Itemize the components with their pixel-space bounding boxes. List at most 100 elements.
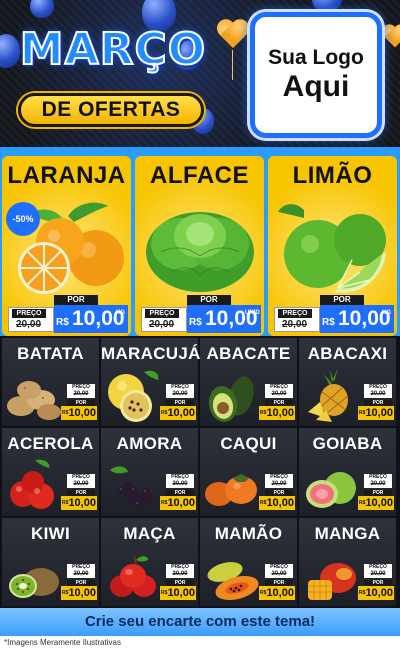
apple-icon <box>110 555 156 597</box>
product-name: ACEROLA <box>7 434 94 453</box>
logo-text-line2: Aqui <box>282 70 350 103</box>
price-value: R$10,00 <box>259 406 295 420</box>
old-price: 20,00 <box>265 390 293 398</box>
old-price: 20,00 <box>149 319 175 330</box>
unit-label: UNID <box>245 310 260 316</box>
old-price: 20,00 <box>364 480 392 488</box>
product-card-batata: BATATA PREÇO 20,00 POR R$10,00 <box>2 338 99 426</box>
header-banner: MARÇO DE OFERTAS Sua Logo Aqui <box>0 0 400 152</box>
price-value: R$10,00 <box>358 496 394 510</box>
price-value: R$10,00 <box>61 406 97 420</box>
persimmon-icon <box>205 474 257 506</box>
price-tag: PREÇO 20,00 POR R$10,00 <box>358 564 394 604</box>
potato-icon <box>7 381 61 420</box>
price-number: 10,00 <box>68 587 96 599</box>
product-name: ABACAXI <box>307 344 388 363</box>
price-number: 10,00 <box>68 407 96 419</box>
price-number: 10,00 <box>167 407 195 419</box>
heart-balloon-icon <box>218 20 248 50</box>
old-price: 20,00 <box>364 570 392 578</box>
product-card-goiaba: GOIABA PREÇO 20,00 POR R$10,00 <box>299 428 396 516</box>
product-name: CAQUI <box>220 434 277 453</box>
price-tag: PREÇO 20,00 POR R$10,00 <box>160 564 196 604</box>
price-value: R$10,00 <box>259 586 295 600</box>
price-tag: PREÇO 20,00 POR R$10,00 <box>259 474 295 514</box>
por-label: POR <box>187 295 231 305</box>
price-tag: PREÇO 20,00 POR R$10,00 <box>61 384 97 424</box>
product-name: MANGA <box>314 524 381 543</box>
featured-card-alface: ALFACE POR PREÇO 20,00 R$ 10,00 UNID <box>135 156 264 336</box>
product-name: ALFACE <box>150 162 249 189</box>
balloon-icon <box>312 0 342 12</box>
balloon-icon <box>30 0 54 18</box>
price-tag: PREÇO 20,00 POR R$10,00 <box>358 384 394 424</box>
old-price: 20,00 <box>364 390 392 398</box>
product-card-caqui: CAQUI PREÇO 20,00 POR R$10,00 <box>200 428 297 516</box>
price-number: 10,00 <box>266 407 294 419</box>
product-name: LIMÃO <box>292 162 373 189</box>
por-label: POR <box>320 295 364 305</box>
discount-badge: -50% <box>6 202 40 236</box>
product-card-manga: MANGA PREÇO 20,00 POR R$10,00 <box>299 518 396 606</box>
old-price: 20,00 <box>166 390 194 398</box>
product-name: MARACUJÁ <box>101 344 201 363</box>
old-price: 20,00 <box>67 390 95 398</box>
product-card-abacate: ABACATE PREÇO 20,00 POR R$10,00 <box>200 338 297 426</box>
passion-fruit-icon <box>108 370 159 422</box>
price-tag: PREÇO 20,00 POR R$10,00 <box>160 384 196 424</box>
price-tag: PREÇO 20,00 POR R$10,00 <box>160 474 196 514</box>
currency-symbol: R$ <box>56 317 69 328</box>
product-name: LARANJA <box>7 162 126 189</box>
old-price: 20,00 <box>67 570 95 578</box>
price-number: 10,00 <box>167 497 195 509</box>
cta-banner[interactable]: Crie seu encarte com este tema! <box>0 608 400 636</box>
price-number: 10,00 <box>365 497 393 509</box>
price-tag: PREÇO 20,00 POR R$10,00 <box>259 384 295 424</box>
guava-icon <box>306 472 356 508</box>
price-value: R$10,00 <box>61 496 97 510</box>
price-tag: PREÇO 20,00 POR R$10,00 <box>61 564 97 604</box>
product-card-amora: AMORA PREÇO 20,00 POR R$10,00 <box>101 428 198 516</box>
avocado-icon <box>208 376 254 422</box>
kiwi-icon <box>9 568 59 598</box>
featured-card-laranja: LARANJA -50% POR PREÇO 20,00 R$ 10,00 KG <box>2 156 131 336</box>
old-price: 20,00 <box>166 570 194 578</box>
currency-symbol: R$ <box>322 317 335 328</box>
old-price: 20,00 <box>166 480 194 488</box>
price-number: 10,00 <box>167 587 195 599</box>
product-name: ABACATE <box>206 344 291 363</box>
logo-text-line1: Sua Logo <box>268 46 364 69</box>
product-card-acerola: ACEROLA PREÇO 20,00 POR R$10,00 <box>2 428 99 516</box>
product-grid: BATATA PREÇO 20,00 POR R$10,00 MARACUJÁ … <box>0 336 400 608</box>
offers-subtitle: DE OFERTAS <box>18 93 204 127</box>
product-name: BATATA <box>17 344 84 363</box>
price-value: R$10,00 <box>61 586 97 600</box>
unit-label: KG <box>116 310 125 316</box>
lime-icon <box>278 204 386 293</box>
price-value: R$10,00 <box>358 586 394 600</box>
product-card-mamao: MAMÃO PREÇO 20,00 POR R$10,00 <box>200 518 297 606</box>
preco-label: PREÇO <box>278 309 312 318</box>
price-number: 10,00 <box>365 407 393 419</box>
price-value: R$10,00 <box>358 406 394 420</box>
old-price: 20,00 <box>282 319 308 330</box>
acerola-icon <box>10 459 54 509</box>
product-name: GOIABA <box>312 434 383 453</box>
preco-label: PREÇO <box>145 309 179 318</box>
product-card-maracuja: MARACUJÁ PREÇO 20,00 POR R$10,00 <box>101 338 201 426</box>
product-card-maca: MAÇA PREÇO 20,00 POR R$10,00 <box>101 518 198 606</box>
price-value: R$10,00 <box>160 586 196 600</box>
papaya-icon <box>207 562 259 601</box>
disclaimer-note: *Imagens Meramente Ilustrativas <box>4 638 121 647</box>
price-number: 10,00 <box>266 587 294 599</box>
old-price: 20,00 <box>265 480 293 488</box>
price-value: R$10,00 <box>160 406 196 420</box>
old-price: 20,00 <box>67 480 95 488</box>
price-value: R$10,00 <box>160 496 196 510</box>
old-price: 20,00 <box>265 570 293 578</box>
price-value: R$10,00 <box>259 496 295 510</box>
price-tag: PREÇO 20,00 POR R$10,00 <box>259 564 295 604</box>
price-number: 10,00 <box>266 497 294 509</box>
product-card-kiwi: KIWI PREÇO 20,00 POR R$10,00 <box>2 518 99 606</box>
pineapple-icon <box>308 368 349 422</box>
